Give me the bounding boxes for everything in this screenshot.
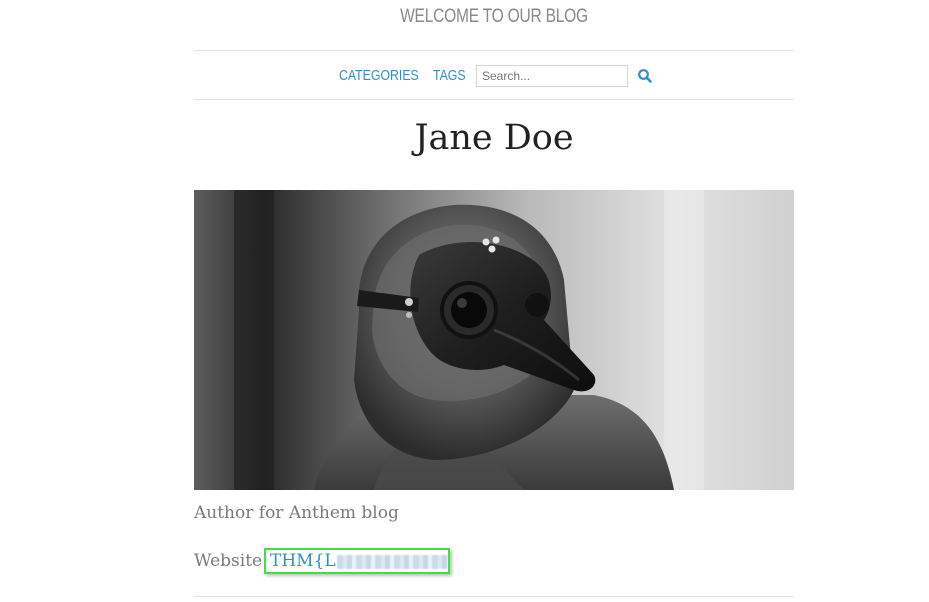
nav-divider (194, 99, 794, 100)
author-photo (194, 190, 794, 490)
author-bio: Author for Anthem blog (194, 503, 399, 523)
nav-link-categories[interactable]: CATEGORIES (339, 67, 419, 84)
author-name: Jane Doe (414, 118, 574, 158)
website-label: Website: (194, 551, 268, 571)
footer-divider (194, 596, 794, 597)
redaction-blur (336, 554, 448, 569)
header-divider (194, 50, 794, 51)
search-icon[interactable] (637, 68, 653, 84)
search-input[interactable] (476, 65, 628, 87)
page-content: WELCOME TO OUR BLOG CATEGORIES TAGS Jane… (194, 0, 794, 602)
blog-title: WELCOME TO OUR BLOG (400, 6, 588, 27)
nav-link-tags[interactable]: TAGS (433, 67, 466, 84)
website-row: Website: THM{L (194, 548, 450, 574)
main-navigation: CATEGORIES TAGS (194, 52, 794, 98)
website-link[interactable]: THM{L (264, 548, 450, 574)
website-link-text: THM{L (270, 551, 336, 571)
